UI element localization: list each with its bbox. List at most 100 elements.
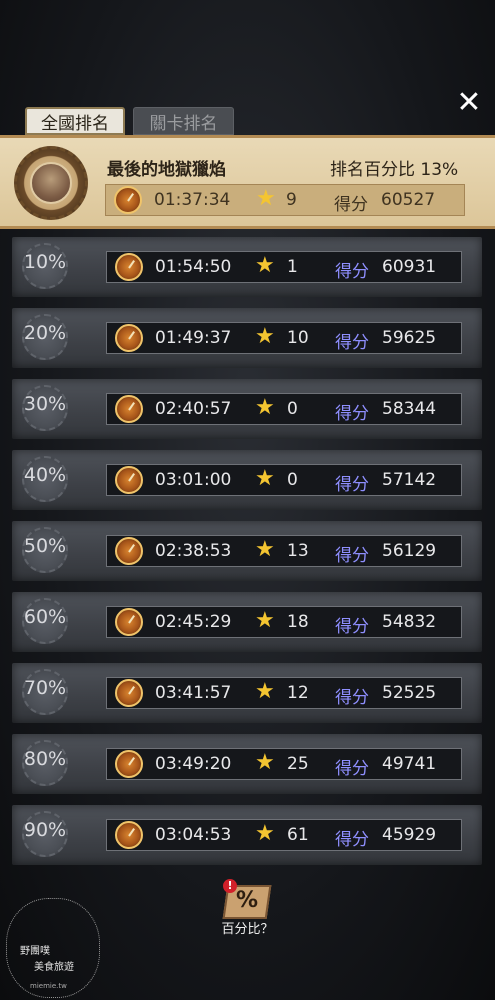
tab-national-ranking[interactable]: 全國排名 bbox=[25, 107, 125, 135]
watermark-url: miemie.tw bbox=[30, 982, 67, 990]
row-time: 01:49:37 bbox=[155, 328, 232, 348]
row-score: 56129 bbox=[382, 541, 437, 561]
alert-badge: ! bbox=[223, 879, 237, 893]
stopwatch-icon bbox=[115, 608, 143, 636]
watermark-line2: 美食旅遊 bbox=[34, 962, 74, 973]
tab-stage-ranking[interactable]: 關卡排名 bbox=[133, 107, 234, 135]
ranking-row: 20% 01:49:37 ★ 10 得分 59625 bbox=[12, 308, 482, 368]
star-icon: ★ bbox=[255, 679, 275, 704]
star-icon: ★ bbox=[255, 821, 275, 846]
row-stars: 18 bbox=[287, 612, 309, 632]
row-time: 03:41:57 bbox=[155, 683, 232, 703]
percentile-label: 排名百分比 bbox=[330, 160, 415, 180]
row-score: 57142 bbox=[382, 470, 437, 490]
row-percentile: 80% bbox=[23, 748, 67, 770]
star-icon: ★ bbox=[255, 750, 275, 775]
ranking-row: 40% 03:01:00 ★ 0 得分 57142 bbox=[12, 450, 482, 510]
row-percentile: 30% bbox=[23, 393, 67, 415]
close-icon[interactable]: ✕ bbox=[454, 88, 484, 118]
row-stars: 1 bbox=[287, 257, 298, 277]
ranking-row: 10% 01:54:50 ★ 1 得分 60931 bbox=[12, 237, 482, 297]
ranking-row: 70% 03:41:57 ★ 12 得分 52525 bbox=[12, 663, 482, 723]
row-time: 03:01:00 bbox=[155, 470, 232, 490]
row-percentile: 60% bbox=[23, 606, 67, 628]
stopwatch-icon bbox=[115, 466, 143, 494]
row-stat-bar: 03:49:20 ★ 25 得分 49741 bbox=[106, 748, 462, 780]
avatar bbox=[30, 162, 72, 204]
percentile-value: 13% bbox=[420, 160, 459, 180]
row-score-label: 得分 bbox=[335, 759, 369, 779]
percentile-help-label: 百分比？ bbox=[221, 922, 274, 937]
row-time: 02:45:29 bbox=[155, 612, 232, 632]
row-score-label: 得分 bbox=[335, 546, 369, 566]
stopwatch-icon bbox=[115, 821, 143, 849]
row-stat-bar: 02:38:53 ★ 13 得分 56129 bbox=[106, 535, 462, 567]
row-score: 49741 bbox=[382, 754, 437, 774]
row-percentile: 90% bbox=[23, 819, 67, 841]
row-stat-bar: 02:40:57 ★ 0 得分 58344 bbox=[106, 393, 462, 425]
row-score: 58344 bbox=[382, 399, 437, 419]
row-score-label: 得分 bbox=[335, 617, 369, 637]
star-icon: ★ bbox=[255, 608, 275, 633]
ranking-row: 30% 02:40:57 ★ 0 得分 58344 bbox=[12, 379, 482, 439]
player-score: 60527 bbox=[381, 190, 436, 210]
row-score-label: 得分 bbox=[335, 830, 369, 850]
row-stars: 10 bbox=[287, 328, 309, 348]
player-score-label: 得分 bbox=[334, 195, 368, 215]
row-stars: 0 bbox=[287, 470, 298, 490]
row-time: 03:49:20 bbox=[155, 754, 232, 774]
row-stat-bar: 01:49:37 ★ 10 得分 59625 bbox=[106, 322, 462, 354]
row-stars: 13 bbox=[287, 541, 309, 561]
player-stat-bar: 01:37:34 ★ 9 得分 60527 bbox=[105, 184, 465, 216]
row-stat-bar: 03:04:53 ★ 61 得分 45929 bbox=[106, 819, 462, 851]
star-icon: ★ bbox=[255, 395, 275, 420]
stopwatch-icon bbox=[115, 324, 143, 352]
row-percentile: 10% bbox=[23, 251, 67, 273]
row-time: 02:40:57 bbox=[155, 399, 232, 419]
row-time: 02:38:53 bbox=[155, 541, 232, 561]
row-score-label: 得分 bbox=[335, 688, 369, 708]
row-score: 54832 bbox=[382, 612, 437, 632]
row-stars: 0 bbox=[287, 399, 298, 419]
row-score: 59625 bbox=[382, 328, 437, 348]
stopwatch-icon bbox=[114, 186, 142, 214]
star-icon: ★ bbox=[255, 537, 275, 562]
row-time: 01:54:50 bbox=[155, 257, 232, 277]
player-percentile: 排名百分比 13% bbox=[330, 155, 458, 180]
ranking-row: 60% 02:45:29 ★ 18 得分 54832 bbox=[12, 592, 482, 652]
row-percentile: 70% bbox=[23, 677, 67, 699]
stopwatch-icon bbox=[115, 679, 143, 707]
row-percentile: 20% bbox=[23, 322, 67, 344]
row-time: 03:04:53 bbox=[155, 825, 232, 845]
row-stat-bar: 03:41:57 ★ 12 得分 52525 bbox=[106, 677, 462, 709]
ranking-row: 50% 02:38:53 ★ 13 得分 56129 bbox=[12, 521, 482, 581]
player-stars: 9 bbox=[286, 190, 297, 210]
stopwatch-icon bbox=[115, 750, 143, 778]
stopwatch-icon bbox=[115, 537, 143, 565]
player-time: 01:37:34 bbox=[154, 190, 231, 210]
row-stat-bar: 02:45:29 ★ 18 得分 54832 bbox=[106, 606, 462, 638]
stopwatch-icon bbox=[115, 253, 143, 281]
row-stars: 25 bbox=[287, 754, 309, 774]
row-score-label: 得分 bbox=[335, 262, 369, 282]
star-icon: ★ bbox=[256, 186, 276, 211]
row-stat-bar: 01:54:50 ★ 1 得分 60931 bbox=[106, 251, 462, 283]
star-icon: ★ bbox=[255, 324, 275, 349]
row-score-label: 得分 bbox=[335, 333, 369, 353]
ranking-row: 90% 03:04:53 ★ 61 得分 45929 bbox=[12, 805, 482, 865]
row-stars: 12 bbox=[287, 683, 309, 703]
level-name: 最後的地獄獵焰 bbox=[107, 160, 226, 180]
row-stat-bar: 03:01:00 ★ 0 得分 57142 bbox=[106, 464, 462, 496]
row-score: 45929 bbox=[382, 825, 437, 845]
star-icon: ★ bbox=[255, 253, 275, 278]
watermark-line1: 野團噗 bbox=[20, 946, 50, 957]
row-score-label: 得分 bbox=[335, 404, 369, 424]
row-percentile: 50% bbox=[23, 535, 67, 557]
ranking-row: 80% 03:49:20 ★ 25 得分 49741 bbox=[12, 734, 482, 794]
row-percentile: 40% bbox=[23, 464, 67, 486]
row-score: 60931 bbox=[382, 257, 437, 277]
row-score: 52525 bbox=[382, 683, 437, 703]
stopwatch-icon bbox=[115, 395, 143, 423]
star-icon: ★ bbox=[255, 466, 275, 491]
row-stars: 61 bbox=[287, 825, 309, 845]
